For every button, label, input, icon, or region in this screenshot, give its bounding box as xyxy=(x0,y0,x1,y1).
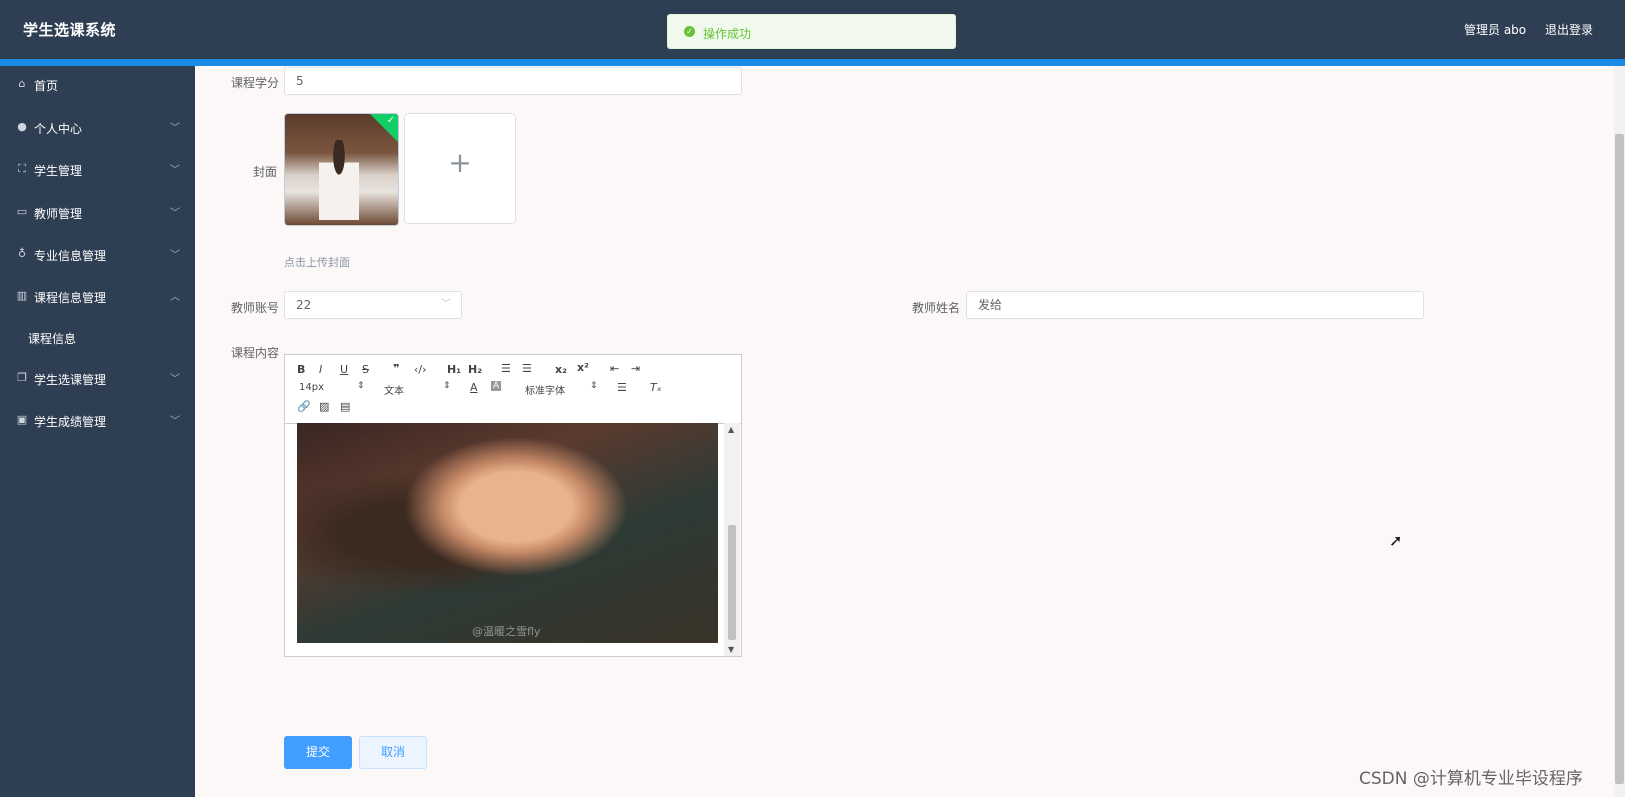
sidebar-item-label: 学生管理 xyxy=(34,164,83,178)
check-icon: ✓ xyxy=(386,115,395,126)
cancel-button[interactable]: 取消 xyxy=(359,736,427,769)
home-icon: ⌂ xyxy=(18,77,26,90)
sidebar-item-label: 教师管理 xyxy=(34,207,83,221)
sidebar-item-label: 课程信息管理 xyxy=(34,291,107,305)
bold-icon[interactable]: B xyxy=(297,363,305,376)
page-scrollbar[interactable] xyxy=(1614,66,1625,797)
blockquote-icon[interactable]: ❞ xyxy=(393,362,399,375)
success-toast: ✓ 操作成功 xyxy=(667,14,956,49)
chat-icon: ▭ xyxy=(16,205,28,218)
sidebar-item-majors[interactable]: ♁ 专业信息管理 ﹀ xyxy=(0,240,195,270)
code-icon[interactable]: ‹/› xyxy=(414,363,427,376)
link-icon[interactable]: 🔗 xyxy=(297,400,311,413)
briefcase-icon: ▣ xyxy=(16,413,28,426)
mic-icon: ♁ xyxy=(17,247,27,260)
teacher-name-input[interactable]: 发给 xyxy=(966,291,1424,319)
subscript-icon[interactable]: x₂ xyxy=(555,363,567,376)
cover-thumbnail[interactable]: ✓ xyxy=(284,113,399,226)
sidebar-item-course-management[interactable]: ▥ 课程信息管理 ︿ xyxy=(0,282,195,312)
chart-icon: ▥ xyxy=(16,289,28,302)
underline-icon[interactable]: U xyxy=(340,363,348,376)
plus-icon: + xyxy=(448,146,472,179)
sidebar-item-label: 个人中心 xyxy=(34,122,83,136)
sidebar-item-label: 学生选课管理 xyxy=(34,373,107,387)
bullet-list-icon[interactable]: ☰ xyxy=(522,362,532,375)
sidebar-item-grades[interactable]: ▣ 学生成绩管理 ﹀ xyxy=(0,406,195,436)
sidebar: ⌂ 首页 ● 个人中心 ﹀ ⛶ 学生管理 ﹀ ▭ 教师管理 ﹀ ♁ 专业信息管理… xyxy=(0,66,195,797)
sidebar-item-personal[interactable]: ● 个人中心 ﹀ xyxy=(0,113,195,143)
font-family-arrows-icon[interactable]: ⇕ xyxy=(590,381,598,391)
frame-icon: ⛶ xyxy=(18,162,26,175)
chevron-down-icon: ﹀ xyxy=(170,416,180,427)
sidebar-item-teachers[interactable]: ▭ 教师管理 ﹀ xyxy=(0,198,195,228)
sidebar-item-label: 首页 xyxy=(34,79,59,93)
upload-hint: 点击上传封面 xyxy=(284,256,350,269)
content-label: 课程内容 xyxy=(231,346,280,360)
scroll-up-icon[interactable]: ▲ xyxy=(728,425,734,434)
text-type-arrows-icon[interactable]: ⇕ xyxy=(443,381,451,391)
upload-cover-button[interactable]: + xyxy=(404,113,516,224)
chevron-up-icon: ︿ xyxy=(170,292,180,303)
check-circle-icon: ✓ xyxy=(684,26,695,37)
accent-bar xyxy=(0,59,1625,66)
align-icon[interactable]: ☰ xyxy=(617,381,627,394)
sidebar-item-label: 专业信息管理 xyxy=(34,249,107,263)
submit-button[interactable]: 提交 xyxy=(284,736,352,769)
chevron-down-icon: ﹀ xyxy=(170,165,180,176)
editor-content-image: @温暖之雪fly xyxy=(297,423,718,643)
font-size-select[interactable]: 14px xyxy=(299,382,324,393)
italic-icon[interactable]: I xyxy=(319,363,322,376)
image-icon[interactable]: ▨ xyxy=(319,400,329,413)
sidebar-item-students[interactable]: ⛶ 学生管理 ﹀ xyxy=(0,155,195,185)
chevron-down-icon: ﹀ xyxy=(170,374,180,385)
strikethrough-icon[interactable]: S xyxy=(362,363,369,376)
chevron-down-icon: ﹀ xyxy=(170,123,180,134)
background-color-icon[interactable]: A xyxy=(491,381,502,391)
toast-message: 操作成功 xyxy=(703,27,752,41)
credit-label: 课程学分 xyxy=(231,76,280,90)
text-type-select[interactable]: 文本 xyxy=(384,382,404,397)
teacher-name-label: 教师姓名 xyxy=(912,301,961,315)
csdn-watermark: CSDN @计算机专业毕设程序 xyxy=(1359,769,1583,789)
ordered-list-icon[interactable]: ☰ xyxy=(501,362,511,375)
chevron-down-icon: ﹀ xyxy=(441,299,451,310)
heading2-icon[interactable]: H₂ xyxy=(468,363,482,376)
clear-format-icon[interactable]: Tₓ xyxy=(650,381,662,394)
font-family-select[interactable]: 标准字体 xyxy=(525,382,565,397)
indent-icon[interactable]: ⇥ xyxy=(631,362,640,375)
superscript-icon[interactable]: x² xyxy=(577,361,589,374)
image-watermark: @温暖之雪fly xyxy=(472,625,541,638)
font-color-icon[interactable]: A xyxy=(470,381,478,394)
credit-input[interactable]: 5 xyxy=(284,67,742,95)
teacher-account-select[interactable]: 22 ﹀ xyxy=(284,291,462,319)
copy-icon: ❐ xyxy=(17,371,27,384)
heading1-icon[interactable]: H₁ xyxy=(447,363,461,376)
sidebar-item-label: 课程信息 xyxy=(28,332,77,346)
teacher-account-value: 22 xyxy=(296,298,312,312)
cover-label: 封面 xyxy=(253,165,278,179)
logout-link[interactable]: 退出登录 xyxy=(1545,21,1593,38)
app-title: 学生选课系统 xyxy=(23,21,117,39)
page-scroll-thumb[interactable] xyxy=(1615,134,1624,784)
chevron-down-icon: ﹀ xyxy=(170,208,180,219)
editor-toolbar: B I U S ❞ ‹/› H₁ H₂ ☰ ☰ x₂ x² ⇤ ⇥ 14px ⇕… xyxy=(285,355,741,424)
sidebar-item-home[interactable]: ⌂ 首页 xyxy=(0,70,195,100)
admin-label: 管理员 abo xyxy=(1464,23,1527,37)
scroll-down-icon[interactable]: ▼ xyxy=(728,645,734,654)
user-icon: ● xyxy=(17,120,27,133)
teacher-account-label: 教师账号 xyxy=(231,301,280,315)
editor-scroll-thumb[interactable] xyxy=(728,525,736,640)
editor-scrollbar[interactable]: ▲ ▼ xyxy=(724,423,740,656)
sidebar-item-label: 学生成绩管理 xyxy=(34,415,107,429)
font-size-arrows-icon[interactable]: ⇕ xyxy=(357,381,365,391)
chevron-down-icon: ﹀ xyxy=(170,250,180,261)
mouse-cursor-icon: ➚ xyxy=(1389,531,1403,550)
rich-text-editor[interactable]: B I U S ❞ ‹/› H₁ H₂ ☰ ☰ x₂ x² ⇤ ⇥ 14px ⇕… xyxy=(284,354,742,657)
video-icon[interactable]: ▤ xyxy=(340,400,350,413)
sidebar-item-course-selection[interactable]: ❐ 学生选课管理 ﹀ xyxy=(0,364,195,394)
sidebar-subitem-course-info[interactable]: 课程信息 xyxy=(0,323,195,353)
outdent-icon[interactable]: ⇤ xyxy=(610,362,619,375)
cover-image xyxy=(319,140,359,220)
